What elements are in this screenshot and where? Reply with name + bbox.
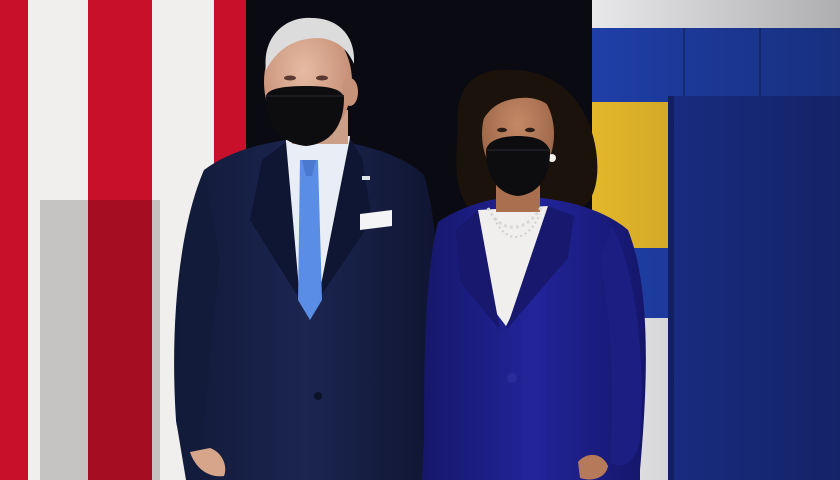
photo-illustration [0,0,840,480]
photo-scene [0,0,840,480]
